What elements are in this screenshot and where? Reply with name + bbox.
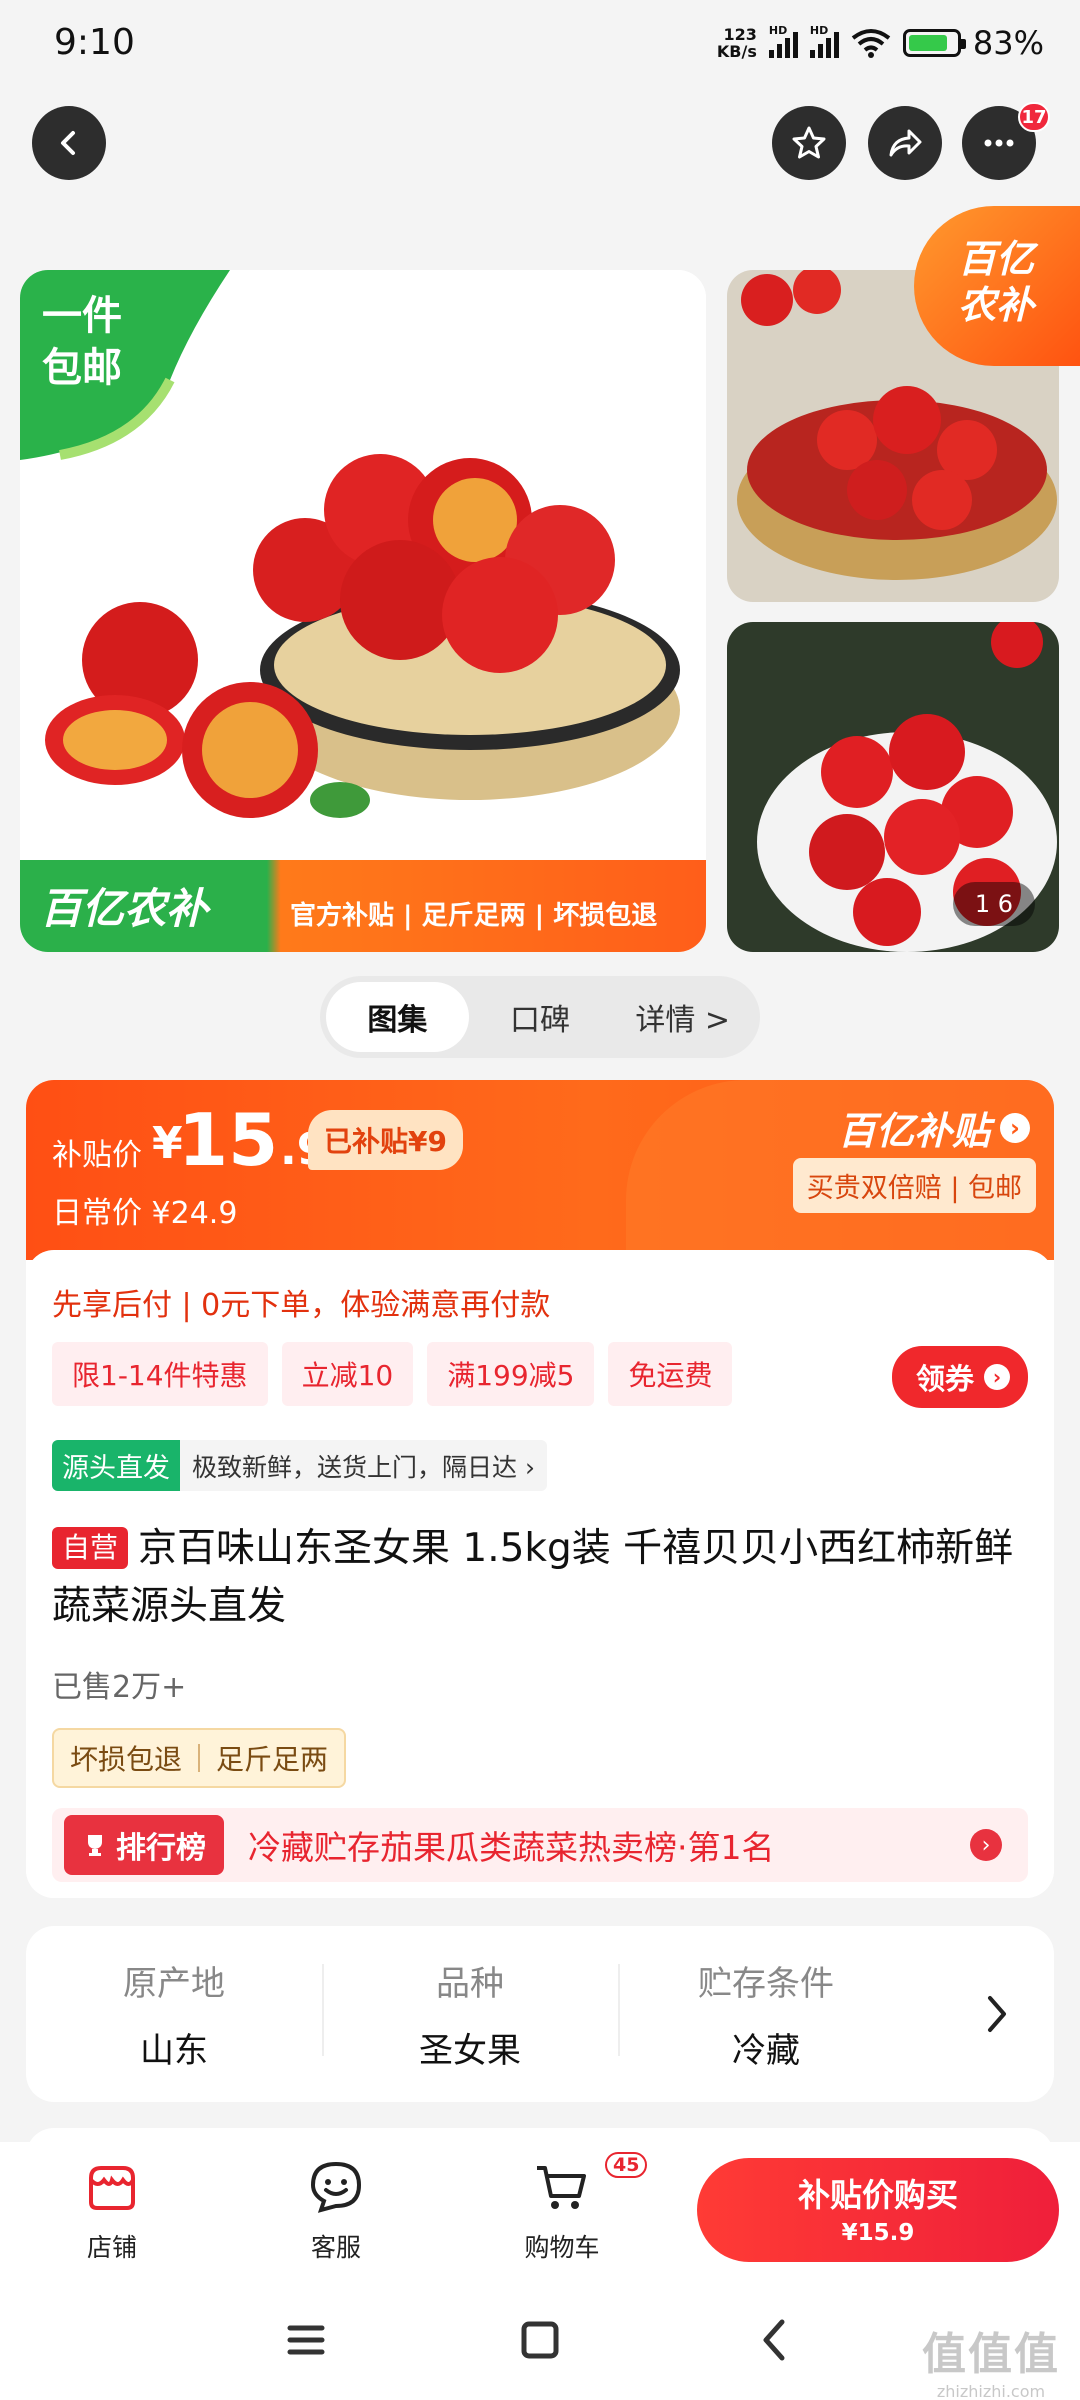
regular-price: 日常价 ¥24.9 [52, 1196, 238, 1231]
favorite-button[interactable] [772, 106, 846, 180]
chevron-right-icon: › [984, 1364, 1010, 1390]
status-time: 9:10 [54, 22, 135, 63]
subsidy-logo: 百亿农补 [40, 884, 209, 933]
ranking-bar[interactable]: 排行榜 冷藏贮存茄果瓜类蔬菜热卖榜·第1名 › [52, 1808, 1028, 1882]
home-icon[interactable] [510, 2310, 570, 2370]
pay-later-info[interactable]: 先享后付 | 0元下单，体验满意再付款 [52, 1280, 550, 1324]
signal-icon: HD [768, 24, 798, 58]
notification-badge: 17 [1018, 102, 1050, 132]
free-shipping-text: 一件 包邮 [42, 293, 122, 391]
self-operated-badge: 自营 [52, 1527, 129, 1569]
share-icon [889, 129, 922, 157]
store-icon [89, 2166, 135, 2210]
origin-direct-tag[interactable]: 源头直发 极致新鲜，送货上门，隔日达 › [52, 1440, 547, 1491]
store-button[interactable]: 店铺 [52, 2158, 172, 2264]
sold-count: 已售2万+ [52, 1670, 187, 1705]
image-counter: 1 6 [952, 882, 1035, 926]
trophy-icon [88, 1835, 102, 1856]
status-icons: 123 KB/s HD HD 83% [717, 24, 1044, 62]
attribute-origin: 原产地 山东 [123, 1964, 225, 2071]
agri-subsidy-badge-text: 百亿 农补 [958, 237, 1035, 327]
back-button[interactable] [32, 106, 106, 180]
coupon-tag[interactable]: 立减10 [281, 1342, 414, 1406]
chat-smiley-icon [310, 2161, 362, 2213]
product-title: 自营 京百味山东圣女果 1.5kg装 千禧贝贝小西红柿新鲜蔬菜源头直发 [52, 1526, 1014, 1629]
attribute-variety: 品种 圣女果 [322, 1956, 618, 2072]
coupon-list: 限1-14件特惠 立减10 满199减5 免运费 [52, 1342, 733, 1406]
attributes-card[interactable]: 原产地 山东 品种 圣女果 贮存条件 冷藏 [26, 1926, 1054, 2102]
tab-reviews[interactable]: 口碑 [469, 982, 612, 1052]
star-icon [792, 126, 826, 159]
more-dots-icon [984, 139, 1014, 147]
buy-now-button[interactable]: 补贴价购买 ¥15.9 [697, 2158, 1059, 2262]
battery-icon [902, 29, 966, 57]
back-nav-icon[interactable] [746, 2310, 806, 2370]
price-integer: 15 [178, 1098, 279, 1182]
status-bar: 9:10 123 KB/s HD HD 83% [0, 0, 1080, 92]
coupon-tag[interactable]: 免运费 [608, 1342, 733, 1406]
ranking-badge: 排行榜 [64, 1815, 224, 1875]
shopping-cart-icon [537, 2166, 586, 2209]
cart-button[interactable]: 45 购物车 [502, 2152, 648, 2264]
tab-details[interactable]: 详情 > [611, 982, 754, 1052]
net-speed: 123 KB/s [716, 25, 757, 61]
chevron-right-icon: › [1000, 1112, 1030, 1143]
subsidy-amount-pill: 已补贴¥9 [308, 1110, 463, 1170]
battery-percent: 83% [972, 24, 1044, 62]
customer-service-button[interactable]: 客服 [276, 2158, 396, 2264]
get-coupon-button[interactable]: 领券 › [891, 1346, 1028, 1408]
service-tags: 坏损包退 足斤足两 [52, 1728, 347, 1788]
cart-count-badge: 45 [605, 2152, 648, 2178]
subsidy-band-tags: 官方补贴 | 足斤足两 | 坏损包退 [290, 901, 658, 931]
share-button[interactable] [868, 106, 942, 180]
menu-icon[interactable] [276, 2310, 336, 2370]
brand-subsidy-link[interactable]: 百亿补贴 › [838, 1100, 1030, 1155]
signal-icon: HD [809, 24, 839, 58]
price-guarantee: 买贵双倍赔 | 包邮 [792, 1158, 1036, 1213]
media-tabs: 图集 口碑 详情 > [320, 976, 760, 1058]
coupon-tag[interactable]: 满199减5 [427, 1342, 595, 1406]
price-card: 补贴价 ¥ 15 .9 已补贴¥9 日常价 ¥24.9 百亿补贴 › 买贵双倍赔… [26, 1080, 1054, 1898]
coupon-tag[interactable]: 限1-14件特惠 [52, 1342, 268, 1406]
chevron-right-icon [988, 1996, 1006, 2032]
main-product-image[interactable]: 一件 包邮 百亿农补 官方补贴 | 足斤足两 | 坏损包退 [20, 270, 706, 952]
subsidy-price-label: 补贴价 [52, 1138, 142, 1173]
site-watermark: 值值值 zhizhizhi.com [922, 2329, 1060, 2400]
ranking-text: 冷藏贮存茄果瓜类蔬菜热卖榜·第1名 [248, 1828, 775, 1867]
chevron-left-icon [61, 131, 75, 155]
tab-gallery[interactable]: 图集 [326, 982, 469, 1052]
wifi-icon [851, 29, 891, 58]
more-button[interactable]: 17 [962, 102, 1050, 180]
chevron-right-icon: › [970, 1829, 1002, 1861]
thumbnail-image[interactable]: 1 6 [727, 622, 1059, 952]
attribute-storage: 贮存条件 冷藏 [618, 1956, 914, 2072]
